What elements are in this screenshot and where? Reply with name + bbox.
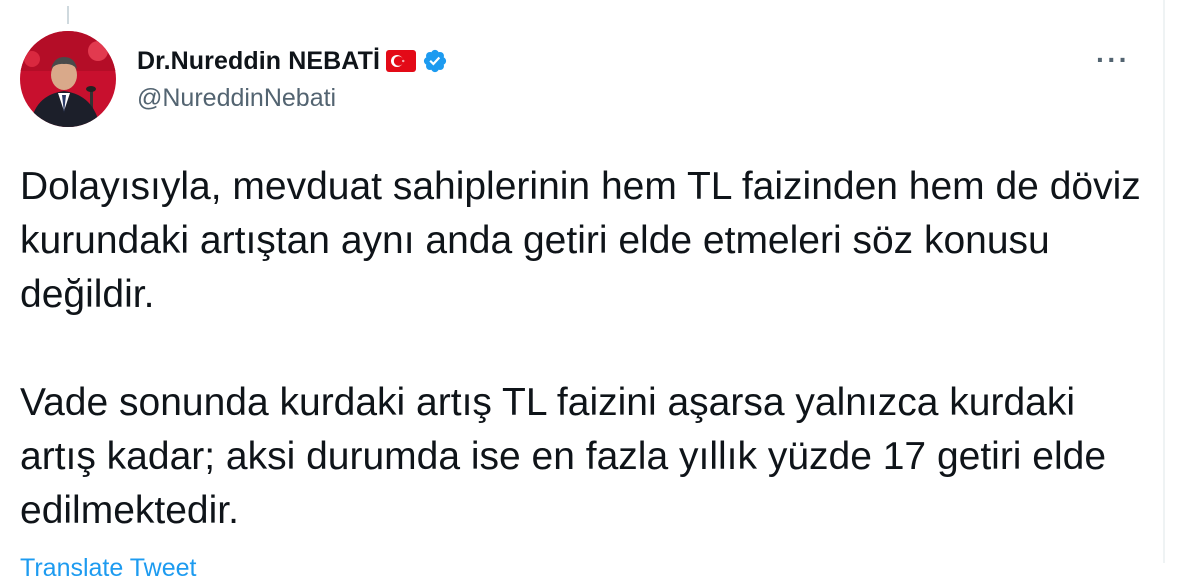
more-options-button[interactable]: ··· <box>1090 44 1136 75</box>
avatar[interactable] <box>20 31 116 127</box>
author-handle[interactable]: @NureddinNebati <box>137 84 336 113</box>
thread-connector-line <box>67 6 69 24</box>
tweet-paragraph-1: Dolayısıyla, mevduat sahiplerinin hem TL… <box>20 165 1141 316</box>
turkey-flag-icon <box>386 50 417 72</box>
column-border <box>1163 0 1165 563</box>
translate-tweet-link[interactable]: Translate Tweet <box>20 553 196 583</box>
tweet-paragraph-2: Vade sonunda kurdaki artış TL faizini aş… <box>20 381 1107 532</box>
verified-badge-icon <box>422 48 448 74</box>
author-display-name[interactable]: Dr.Nureddin NEBATİ <box>137 47 380 76</box>
author-name-row[interactable]: Dr.Nureddin NEBATİ <box>137 43 448 79</box>
tweet-body: Dolayısıyla, mevduat sahiplerinin hem TL… <box>20 160 1150 538</box>
more-dots-icon: ··· <box>1096 44 1130 75</box>
